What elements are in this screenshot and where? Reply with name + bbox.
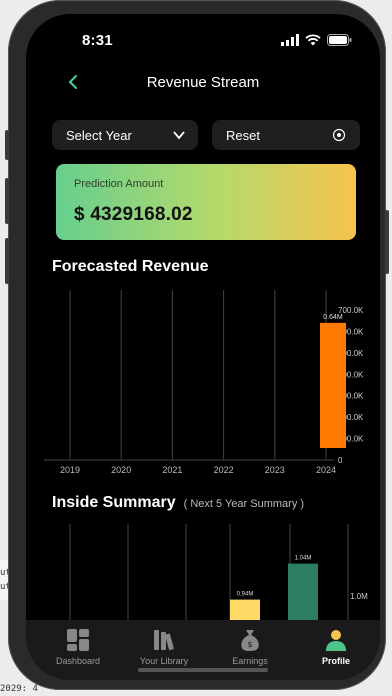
wifi-icon: [305, 34, 321, 46]
money-bag-icon: $: [241, 630, 259, 651]
reset-target-icon: [332, 128, 346, 142]
library-icon: [154, 630, 174, 651]
x-tick-label: 2024: [316, 465, 336, 475]
tab-dashboard[interactable]: Dashboard: [38, 628, 118, 666]
nav-header: Revenue Stream: [26, 72, 380, 96]
x-tick-label: 2021: [162, 465, 182, 475]
svg-text:$: $: [247, 640, 252, 649]
status-time: 8:31: [82, 32, 113, 49]
forecast-title: Forecasted Revenue: [52, 258, 209, 275]
y-tick-label: 1.0M: [350, 592, 368, 601]
summary-title-row: Inside Summary ( Next 5 Year Summary ): [52, 494, 304, 512]
page-title: Revenue Stream: [146, 74, 260, 91]
background-text: 2029: 4: [0, 684, 38, 694]
bar-data-label: 1.04M: [295, 556, 312, 562]
status-icons: [281, 34, 352, 46]
status-bar: 8:31: [26, 28, 380, 50]
home-indicator: [138, 668, 268, 672]
summary-subtitle: ( Next 5 Year Summary ): [183, 498, 305, 510]
tab-label: Earnings: [232, 656, 268, 666]
volume-up-button: [5, 178, 9, 224]
tab-label: Your Library: [139, 656, 189, 666]
x-tick-label: 2022: [214, 465, 234, 475]
app-screen: 8:31 Revenue Stream Select Year Reset Pr…: [26, 14, 380, 680]
x-tick-label: 2023: [265, 465, 285, 475]
mute-switch: [5, 130, 9, 160]
x-tick-label: 2019: [60, 465, 80, 475]
bar-data-label: 0.64M: [323, 314, 343, 321]
volume-down-button: [5, 238, 9, 284]
bar-data-label: 0.94M: [237, 592, 254, 598]
power-button: [385, 210, 389, 274]
tab-bar: Dashboard Your Library $ Earnings Profil…: [26, 620, 380, 680]
chevron-down-icon: [173, 131, 185, 140]
phone-frame: 8:31 Revenue Stream Select Year Reset Pr…: [5, 0, 389, 690]
tab-label: Profile: [321, 656, 350, 666]
tab-your-library[interactable]: Your Library: [124, 628, 204, 666]
tab-earnings[interactable]: $ Earnings: [210, 628, 290, 666]
battery-icon: [327, 34, 352, 46]
bar: [320, 322, 346, 448]
summary-chart: 0.86M0.94M1.04M1.0M: [69, 524, 368, 634]
y-tick-label: 0: [338, 456, 343, 465]
reset-button[interactable]: Reset: [212, 120, 360, 150]
x-tick-label: 2020: [111, 465, 131, 475]
prediction-amount: $ 4329168.02: [74, 204, 193, 225]
signal-icon: [281, 34, 299, 46]
tab-label: Dashboard: [55, 656, 101, 666]
prediction-label: Prediction Amount: [74, 178, 164, 190]
forecast-chart: 2019 2020 2021 2022 2023 2024700.0K600.0K500.…: [44, 290, 364, 475]
tab-profile[interactable]: Profile: [296, 628, 376, 666]
reset-label: Reset: [226, 128, 260, 143]
profile-icon: [326, 630, 346, 651]
select-year-dropdown[interactable]: Select Year: [52, 120, 198, 150]
dashboard-icon: [67, 629, 89, 651]
select-year-label: Select Year: [66, 128, 132, 143]
summary-title: Inside Summary: [52, 494, 176, 511]
prediction-card: Prediction Amount $ 4329168.02: [56, 164, 356, 240]
